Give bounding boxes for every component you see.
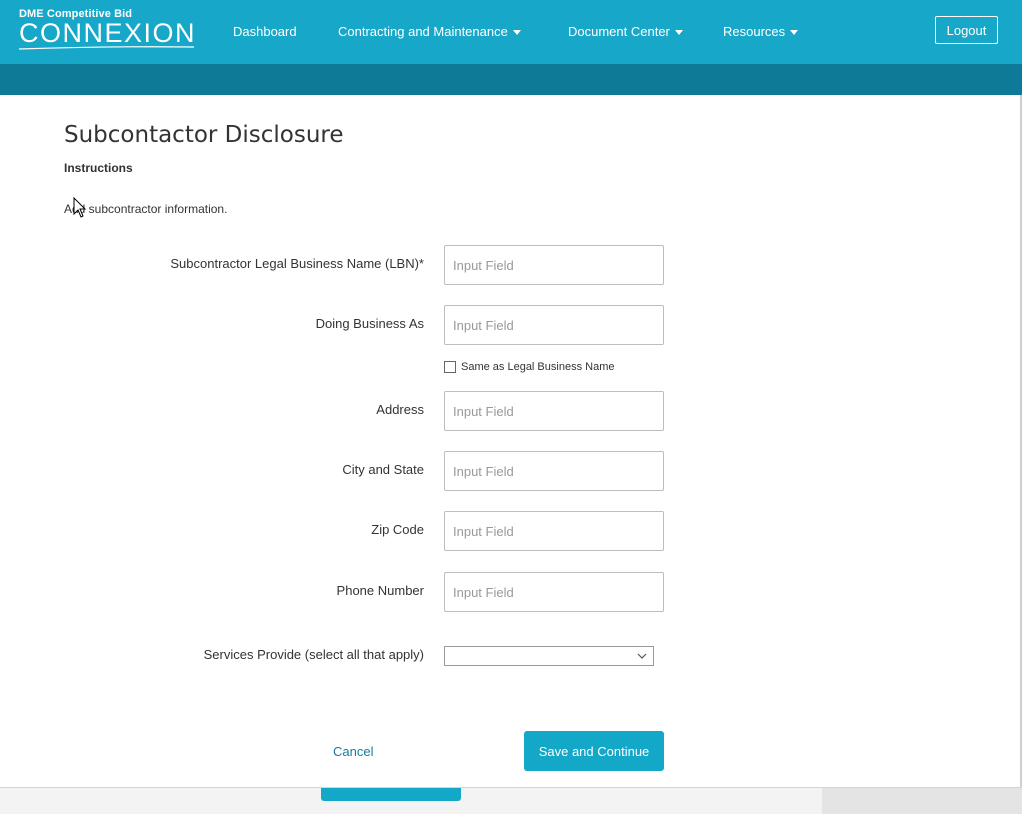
- instructions-heading: Instructions: [64, 161, 133, 175]
- background-button: [321, 788, 461, 801]
- logo-swoosh-icon: [19, 46, 194, 50]
- page-title: Subcontactor Disclosure: [64, 122, 344, 148]
- same-as-lbn-checkbox[interactable]: [444, 361, 456, 373]
- city-state-input[interactable]: [444, 451, 664, 491]
- phone-number-input[interactable]: [444, 572, 664, 612]
- secondary-nav-bar: [0, 64, 1022, 95]
- nav-resources[interactable]: Resources: [723, 24, 799, 39]
- nav-contracting-label: Contracting and Maintenance: [338, 24, 508, 39]
- nav-dashboard[interactable]: Dashboard: [233, 24, 297, 39]
- address-label: Address: [376, 402, 424, 417]
- nav-contracting-maintenance[interactable]: Contracting and Maintenance: [338, 24, 521, 39]
- same-as-lbn-row: Same as Legal Business Name: [444, 361, 614, 373]
- dba-label: Doing Business As: [315, 316, 424, 331]
- caret-down-icon: [674, 30, 683, 36]
- caret-down-icon: [512, 30, 521, 36]
- logo-title: CONNEXION: [19, 18, 197, 48]
- dba-input[interactable]: [444, 305, 664, 345]
- logout-button[interactable]: Logout: [935, 16, 998, 44]
- zip-code-label: Zip Code: [371, 522, 424, 537]
- save-and-continue-button[interactable]: Save and Continue: [524, 731, 664, 771]
- instructions-text: Add subcontractor information.: [64, 202, 228, 216]
- chevron-down-icon: [637, 653, 647, 659]
- top-navigation-bar: DME Competitive Bid CONNEXION Dashboard …: [0, 0, 1022, 64]
- services-label: Services Provide (select all that apply): [203, 647, 424, 662]
- background-page-strip: [0, 787, 1022, 814]
- connexion-logo[interactable]: DME Competitive Bid CONNEXION: [19, 8, 197, 50]
- cancel-link[interactable]: Cancel: [333, 744, 373, 759]
- city-state-label: City and State: [342, 462, 424, 477]
- phone-number-label: Phone Number: [336, 583, 424, 598]
- nav-document-center-label: Document Center: [568, 24, 670, 39]
- form-panel: [0, 95, 1022, 787]
- background-side-panel: [822, 788, 1022, 814]
- address-input[interactable]: [444, 391, 664, 431]
- lbn-input[interactable]: [444, 245, 664, 285]
- services-select[interactable]: [444, 646, 654, 666]
- mouse-pointer-icon: [73, 197, 87, 218]
- same-as-lbn-label: Same as Legal Business Name: [461, 361, 615, 373]
- nav-document-center[interactable]: Document Center: [568, 24, 683, 39]
- nav-resources-label: Resources: [723, 24, 786, 39]
- nav-dashboard-label: Dashboard: [233, 24, 297, 39]
- lbn-label: Subcontractor Legal Business Name (LBN)*: [170, 256, 424, 271]
- zip-code-input[interactable]: [444, 511, 664, 551]
- caret-down-icon: [790, 30, 799, 36]
